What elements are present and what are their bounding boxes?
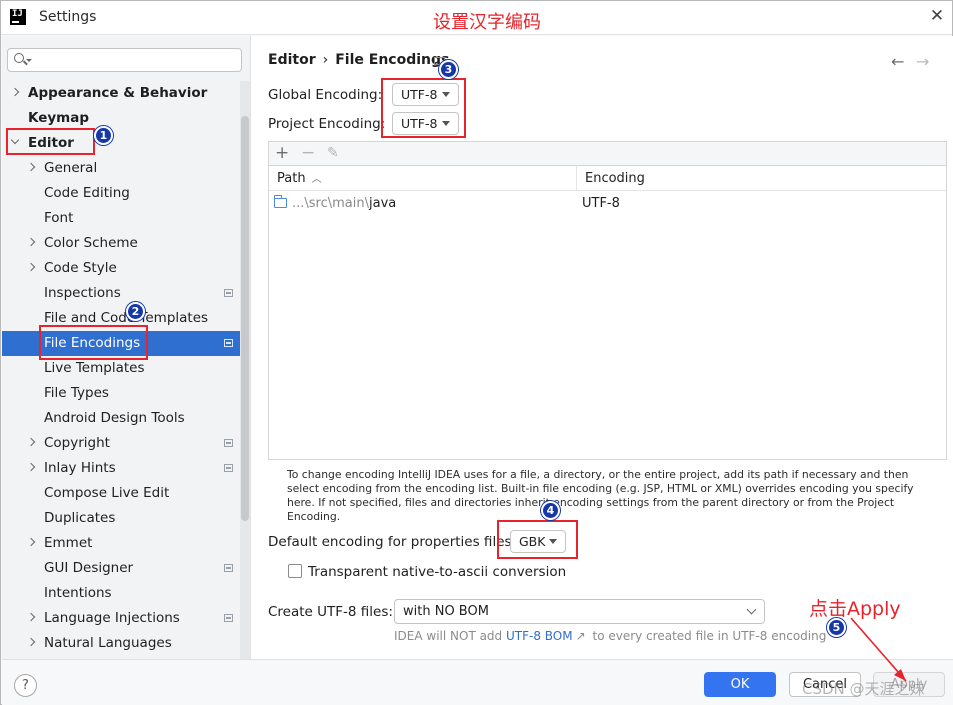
settings-window: IJ Settings 设置汉字编码 ✕ Appearance & Behavi…: [0, 0, 953, 705]
annotation-arrow: [850, 617, 907, 682]
